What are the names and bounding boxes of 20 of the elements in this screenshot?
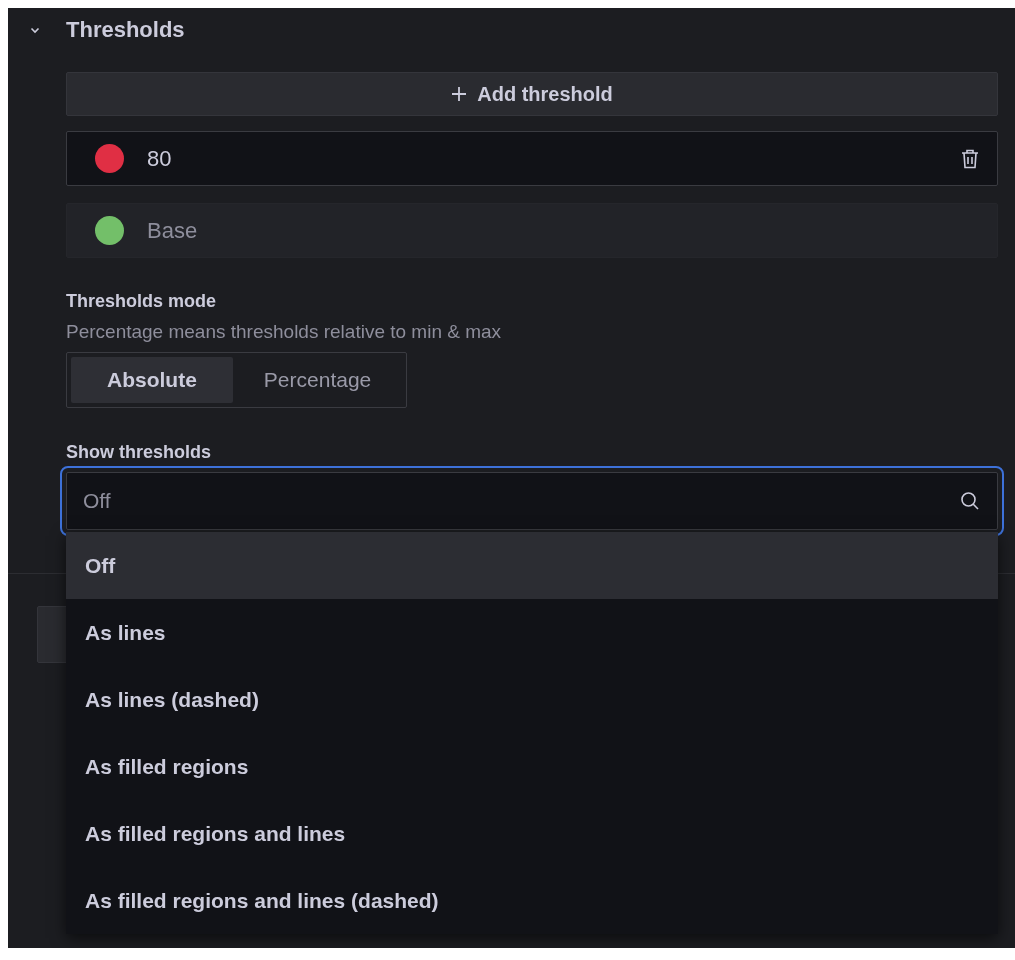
dropdown-option[interactable]: As lines (dashed) xyxy=(66,666,998,733)
field-description: Percentage means thresholds relative to min & max xyxy=(66,321,503,343)
radio-option[interactable]: Absolute xyxy=(71,357,233,403)
plus-icon xyxy=(451,86,468,102)
section-title: Thresholds xyxy=(66,17,185,43)
dropdown-option[interactable]: As filled regions and lines xyxy=(66,800,998,867)
dropdown-option[interactable]: As filled regions and lines (dashed) xyxy=(66,867,998,934)
dropdown-option[interactable]: Off xyxy=(66,532,998,599)
search-icon xyxy=(960,491,980,511)
color-dot[interactable] xyxy=(95,216,124,245)
trash-icon[interactable] xyxy=(961,148,979,169)
threshold-input[interactable]: 80 xyxy=(66,131,998,186)
field-label: Show thresholds xyxy=(66,443,212,461)
color-dot[interactable] xyxy=(95,144,124,173)
field-label: Thresholds mode xyxy=(66,292,218,310)
radio-option[interactable]: Percentage xyxy=(232,357,403,403)
dropdown-option[interactable]: As lines xyxy=(66,599,998,666)
add-threshold-button[interactable]: Add threshold xyxy=(66,72,998,116)
base-threshold-row: Base xyxy=(66,203,998,258)
dropdown-option[interactable]: As filled regions xyxy=(66,733,998,800)
